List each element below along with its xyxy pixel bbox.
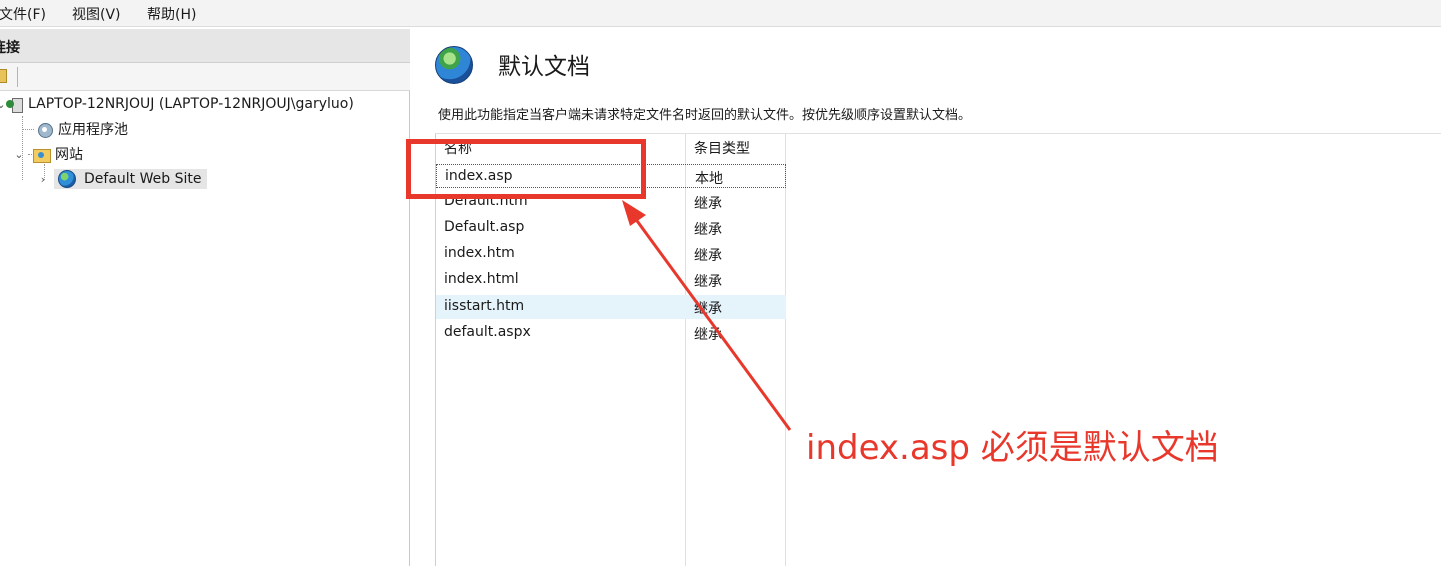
annotation-arrow-icon [622, 200, 792, 431]
annotation-text: index.asp 必须是默认文档 [806, 428, 1219, 468]
